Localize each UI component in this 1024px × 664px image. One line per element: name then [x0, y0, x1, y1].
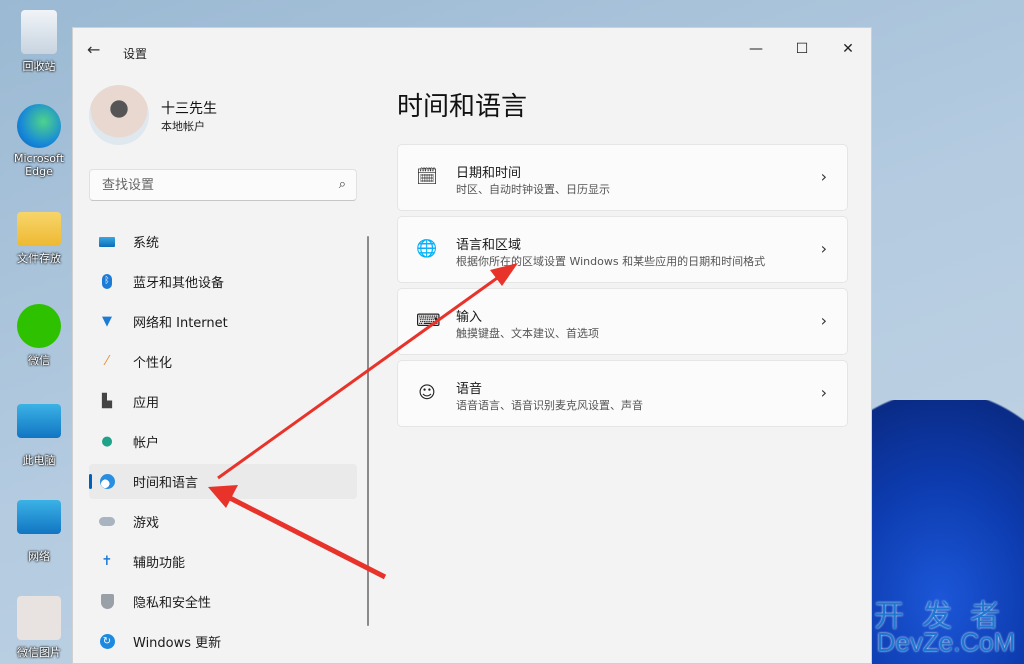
watermark-line2: DevZe.CoM: [876, 627, 1016, 657]
annotation-arrows: [208, 263, 518, 580]
arrowhead: [208, 485, 238, 508]
arrowhead: [490, 263, 518, 286]
watermark: 开发者 DevZe.CoM: [874, 591, 1018, 658]
arrow-to-language-region: [217, 274, 501, 480]
arrow-to-time-language: [226, 494, 387, 580]
